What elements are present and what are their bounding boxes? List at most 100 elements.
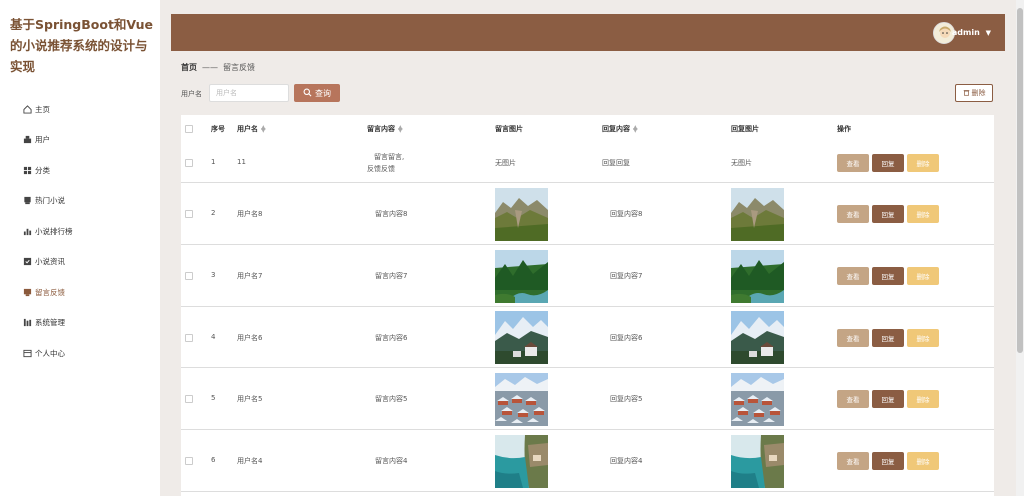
search-icon bbox=[303, 88, 312, 99]
row-no-reply-image: 无图片 bbox=[731, 159, 752, 167]
sidebar-menu: 主页 用户 分类 热门小说 小说排行榜 小说资讯 留言反馈 系统管理 个人中心 bbox=[22, 94, 73, 369]
reply-button[interactable]: 回复 bbox=[872, 205, 904, 223]
row-checkbox[interactable] bbox=[185, 333, 193, 342]
column-index: 序号 bbox=[211, 125, 225, 133]
book-icon bbox=[22, 196, 32, 206]
reply-button[interactable]: 回复 bbox=[872, 154, 904, 172]
scrollbar-thumb[interactable] bbox=[1017, 8, 1023, 353]
view-button[interactable]: 查看 bbox=[837, 390, 869, 408]
sidebar-item-system[interactable]: 系统管理 bbox=[22, 308, 73, 339]
sidebar-item-users[interactable]: 用户 bbox=[22, 125, 73, 156]
column-content-label: 留言内容 bbox=[367, 125, 395, 133]
search-input[interactable] bbox=[209, 84, 289, 102]
row-username: 用户名5 bbox=[237, 395, 263, 403]
row-index: 2 bbox=[211, 209, 216, 217]
sidebar-item-home[interactable]: 主页 bbox=[22, 94, 73, 125]
main-content: admin ▼ 首页 —— 留言反馈 用户名 查询 删除 序号 用户名▲▼ 留言… bbox=[160, 0, 1016, 496]
row-reply: 回复内容6 bbox=[610, 333, 643, 342]
row-reply-image[interactable] bbox=[731, 372, 784, 426]
row-checkbox[interactable] bbox=[185, 395, 193, 403]
delete-button[interactable]: 删除 bbox=[907, 267, 939, 285]
view-button[interactable]: 查看 bbox=[837, 328, 869, 347]
sidebar-item-hot-novels[interactable]: 热门小说 bbox=[22, 186, 73, 217]
table-row: 6 用户名4 留言内容4 回复内容4 查看 回复 删除 bbox=[181, 430, 994, 492]
bar-chart-icon bbox=[22, 226, 32, 236]
row-reply-image[interactable] bbox=[731, 187, 784, 241]
delete-button[interactable]: 删除 bbox=[907, 328, 939, 347]
breadcrumb-separator: —— bbox=[202, 63, 218, 72]
row-content: 留言内容5 bbox=[375, 395, 408, 403]
column-actions: 操作 bbox=[837, 125, 851, 133]
view-button[interactable]: 查看 bbox=[837, 154, 869, 172]
row-username: 11 bbox=[237, 158, 246, 166]
delete-button[interactable]: 删除 bbox=[907, 205, 939, 223]
search-button[interactable]: 查询 bbox=[294, 84, 340, 102]
settings-icon bbox=[22, 318, 32, 328]
view-button[interactable]: 查看 bbox=[837, 267, 869, 285]
row-image[interactable] bbox=[495, 249, 548, 303]
sidebar-item-feedback[interactable]: 留言反馈 bbox=[22, 277, 73, 308]
breadcrumb-current: 留言反馈 bbox=[223, 63, 255, 72]
sidebar-item-label: 热门小说 bbox=[35, 196, 65, 206]
row-image[interactable] bbox=[495, 187, 548, 241]
table-row: 4 用户名6 留言内容6 回复内容6 查看 回复 删除 bbox=[181, 307, 994, 368]
row-reply-image[interactable] bbox=[731, 249, 784, 303]
news-icon bbox=[22, 257, 32, 267]
sidebar-item-category[interactable]: 分类 bbox=[22, 155, 73, 186]
breadcrumb-home[interactable]: 首页 bbox=[181, 62, 197, 73]
table-row-partial bbox=[181, 492, 994, 496]
reply-button[interactable]: 回复 bbox=[872, 267, 904, 285]
sidebar-item-profile[interactable]: 个人中心 bbox=[22, 338, 73, 369]
row-checkbox[interactable] bbox=[185, 159, 193, 167]
row-content: 留言留言, bbox=[374, 153, 405, 161]
row-username: 用户名7 bbox=[237, 272, 263, 280]
row-reply: 回复内容4 bbox=[610, 457, 643, 465]
row-checkbox[interactable] bbox=[185, 272, 193, 280]
column-image: 留言图片 bbox=[495, 125, 523, 133]
delete-button[interactable]: 删除 bbox=[907, 390, 939, 408]
row-reply: 回复内容7 bbox=[610, 272, 643, 280]
row-checkbox[interactable] bbox=[185, 457, 193, 465]
row-content: 留言内容4 bbox=[375, 457, 408, 465]
row-image[interactable] bbox=[495, 434, 548, 488]
row-no-image: 无图片 bbox=[495, 159, 516, 167]
row-reply: 回复内容5 bbox=[610, 395, 643, 403]
row-content: 留言内容6 bbox=[375, 333, 408, 342]
reply-button[interactable]: 回复 bbox=[872, 390, 904, 408]
row-reply: 回复内容8 bbox=[610, 210, 643, 218]
message-icon bbox=[22, 287, 32, 297]
table-row: 1 11 留言留言, 反馈反馈 无图片 回复回复 无图片 查看 回复 删除 bbox=[181, 143, 994, 183]
table-row: 5 用户名5 留言内容5 回复内容5 查看 回复 删除 bbox=[181, 368, 994, 430]
reply-button[interactable]: 回复 bbox=[872, 452, 904, 470]
row-index: 4 bbox=[211, 332, 216, 341]
delete-button[interactable]: 删除 bbox=[907, 452, 939, 470]
view-button[interactable]: 查看 bbox=[837, 452, 869, 470]
column-reply[interactable]: 回复内容 ▲ ▼ bbox=[602, 124, 638, 134]
username: admin bbox=[951, 28, 980, 37]
sidebar-item-ranking[interactable]: 小说排行榜 bbox=[22, 216, 73, 247]
row-checkbox[interactable] bbox=[185, 210, 193, 218]
user-menu[interactable]: admin ▼ bbox=[952, 28, 991, 37]
table-header: 序号 用户名 ▲ ▼ 留言内容 ▲ ▼ 留言图片 回复内容 ▲ ▼ 回复图片 操作 bbox=[181, 115, 994, 143]
row-reply-image[interactable] bbox=[731, 434, 784, 488]
sidebar-item-news[interactable]: 小说资讯 bbox=[22, 247, 73, 278]
reply-button[interactable]: 回复 bbox=[872, 328, 904, 347]
column-username-label: 用户名 bbox=[237, 125, 258, 133]
batch-delete-button[interactable]: 删除 bbox=[955, 84, 993, 102]
row-reply-image[interactable] bbox=[731, 311, 784, 364]
column-username[interactable]: 用户名 ▲ ▼ bbox=[237, 124, 266, 134]
sidebar-item-label: 分类 bbox=[35, 165, 50, 175]
sidebar-item-label: 个人中心 bbox=[35, 348, 65, 358]
view-button[interactable]: 查看 bbox=[837, 205, 869, 223]
select-all-checkbox[interactable] bbox=[185, 125, 193, 133]
row-image[interactable] bbox=[495, 311, 548, 364]
column-content[interactable]: 留言内容 ▲ ▼ bbox=[367, 124, 403, 134]
row-username: 用户名4 bbox=[237, 457, 263, 465]
delete-button[interactable]: 删除 bbox=[907, 154, 939, 172]
sort-icon: ▲ ▼ bbox=[261, 124, 266, 134]
sidebar-item-label: 用户 bbox=[35, 135, 50, 145]
sort-icon: ▲ ▼ bbox=[633, 124, 638, 134]
row-image[interactable] bbox=[495, 372, 548, 426]
scrollbar[interactable] bbox=[1016, 0, 1024, 496]
row-content: 留言内容8 bbox=[375, 210, 408, 218]
